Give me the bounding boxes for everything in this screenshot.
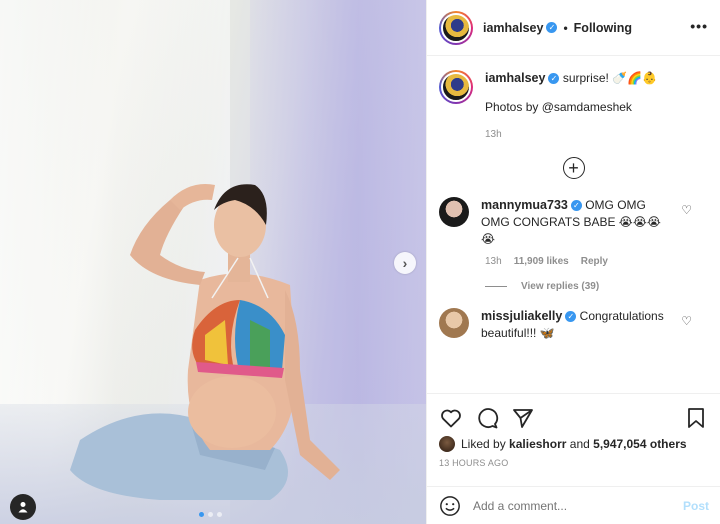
post-sidebar: iamhalsey ✓ • Following ••• iamhalsey ✓ s…	[426, 0, 720, 524]
liker-username[interactable]: kalieshorr	[509, 437, 566, 451]
commenter-avatar[interactable]	[439, 197, 469, 227]
heart-icon[interactable]	[439, 406, 463, 430]
chevron-right-icon: ›	[402, 255, 408, 271]
author-username[interactable]: iamhalsey	[483, 21, 543, 35]
verified-badge-icon: ✓	[565, 311, 577, 323]
caption-text: surprise! 🍼🌈👶	[562, 71, 657, 85]
tagged-users-button[interactable]	[10, 494, 36, 520]
carousel-dot-active	[199, 512, 204, 517]
more-options-icon[interactable]: •••	[690, 18, 708, 34]
plus-icon: +	[568, 158, 579, 178]
carousel-next-button[interactable]: ›	[394, 252, 416, 274]
carousel-dot	[217, 512, 222, 517]
likes-and: and	[569, 437, 590, 451]
author-avatar[interactable]	[439, 10, 473, 45]
caption-time: 13h	[485, 129, 502, 140]
comment-input[interactable]	[473, 498, 683, 513]
comment: missjuliakelly ✓ Congratulations beautifu…	[439, 308, 708, 342]
header-separator: •	[563, 20, 568, 35]
caption: iamhalsey ✓ surprise! 🍼🌈👶 Photos by @samd…	[439, 70, 708, 143]
comment-icon[interactable]	[475, 406, 499, 430]
user-icon	[18, 502, 28, 513]
likes-summary: Liked by kalieshorr and 5,947,054 others	[427, 434, 720, 454]
like-comment-heart-icon[interactable]: ♡	[681, 203, 692, 217]
commenter-username[interactable]: mannymua733	[481, 198, 568, 212]
verified-badge-icon: ✓	[546, 22, 558, 33]
carousel-dot	[208, 512, 213, 517]
commenter-avatar[interactable]	[439, 308, 469, 338]
post-timestamp: 13 HOURS AGO	[439, 458, 509, 468]
comment-meta: 13h 11,909 likes Reply	[485, 256, 708, 267]
likes-prefix: Liked by	[461, 437, 506, 451]
post-header: iamhalsey ✓ • Following •••	[427, 0, 720, 56]
carousel-indicator	[199, 512, 222, 517]
add-comment-bar: Post	[427, 486, 720, 524]
caption-avatar[interactable]	[439, 70, 473, 104]
comments-section: iamhalsey ✓ surprise! 🍼🌈👶 Photos by @samd…	[427, 56, 720, 394]
caption-credit: Photos by @samdameshek	[485, 100, 632, 114]
photo-subject	[70, 184, 340, 500]
likes-count[interactable]: 5,947,054 others	[593, 437, 686, 451]
verified-badge-icon: ✓	[548, 73, 560, 85]
following-button[interactable]: Following	[574, 21, 632, 35]
comment: mannymua733 ✓ OMG OMG OMG CONGRATS BABE 😭…	[439, 197, 708, 248]
liker-avatar[interactable]	[439, 436, 455, 452]
action-bar	[427, 394, 720, 434]
view-replies-label: View replies (39)	[521, 281, 600, 292]
like-comment-heart-icon[interactable]: ♡	[681, 314, 692, 328]
post-comment-button[interactable]: Post	[683, 499, 709, 513]
comment-likes[interactable]: 11,909 likes	[514, 256, 569, 267]
reply-button[interactable]: Reply	[581, 256, 608, 267]
bookmark-icon[interactable]	[684, 406, 708, 430]
verified-badge-icon: ✓	[570, 200, 582, 212]
emoji-icon[interactable]	[439, 495, 461, 517]
share-icon[interactable]	[511, 406, 535, 430]
load-more-comments-button[interactable]: +	[562, 157, 585, 179]
view-replies-button[interactable]: View replies (39)	[485, 281, 708, 292]
caption-username[interactable]: iamhalsey	[485, 71, 545, 85]
commenter-username[interactable]: missjuliakelly	[481, 309, 562, 323]
view-replies-line	[485, 286, 507, 287]
post-photo[interactable]: ›	[0, 0, 426, 524]
comment-time: 13h	[485, 256, 502, 267]
